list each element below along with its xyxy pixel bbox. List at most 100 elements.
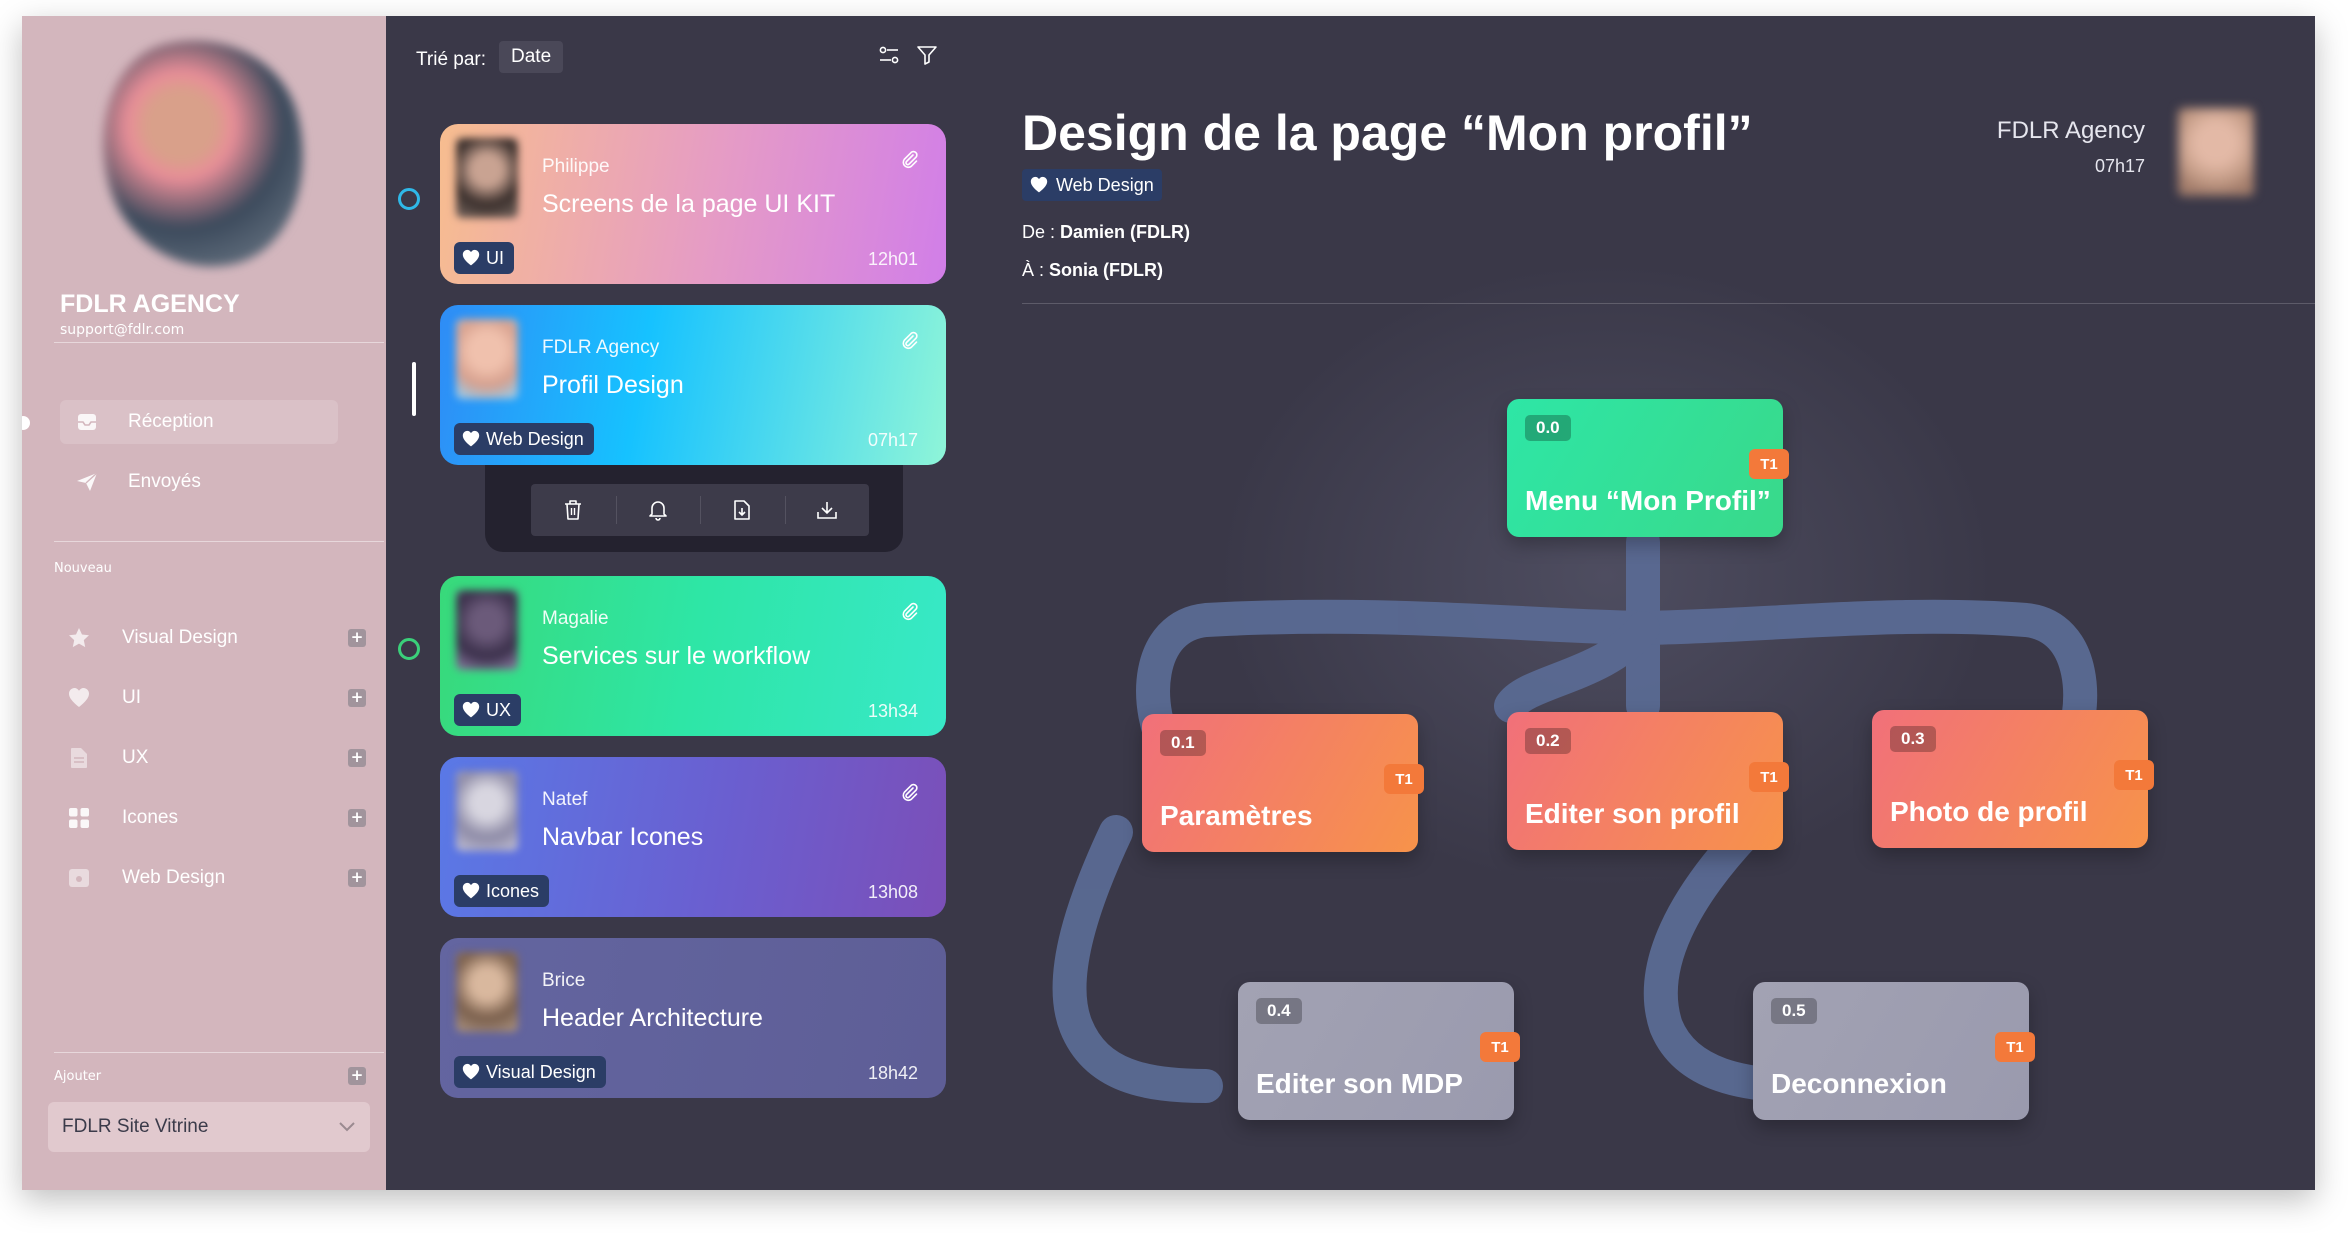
card-thumbnail: [456, 319, 518, 399]
message-card[interactable]: Natef Navbar Icones Icones 13h08: [440, 757, 946, 917]
heart-icon: [462, 882, 480, 899]
heart-icon: [462, 701, 480, 718]
card-sender: Natef: [542, 789, 588, 810]
card-tag-label: UX: [486, 699, 512, 720]
inbox-icon: [76, 411, 98, 433]
sidebar: FDLR AGENCY support@fdlr.com Réception E…: [22, 16, 386, 1190]
sidebar-divider: [54, 342, 384, 343]
download-icon[interactable]: [784, 484, 870, 536]
nav-label: Envoyés: [128, 471, 201, 492]
node-label: Photo de profil: [1890, 796, 2088, 827]
card-tag: UI: [454, 242, 514, 274]
card-time: 07h17: [867, 430, 918, 450]
category-icones[interactable]: Icones +: [66, 798, 366, 838]
card-sender: Brice: [542, 970, 586, 991]
browser-icon: [66, 865, 92, 891]
card-title: Navbar Icones: [542, 823, 704, 851]
section-label-nouveau: Nouveau: [54, 561, 112, 576]
card-tag-label: Web Design: [486, 428, 584, 449]
category-label: Web Design: [122, 867, 226, 888]
tree-node-0-3[interactable]: 0.3 T1 Photo de profil: [1872, 710, 2154, 848]
node-badge: T1: [1749, 449, 1789, 479]
card-time: 18h42: [867, 1063, 918, 1083]
sort-label: Trié par:: [416, 49, 487, 70]
card-tag: Icones: [454, 875, 550, 907]
paperclip-icon: [900, 602, 920, 622]
tree-connectors: [1052, 525, 2098, 1103]
tree-node-0-0[interactable]: 0.0 T1 Menu “Mon Profil”: [1507, 399, 1789, 537]
category-visual-design[interactable]: Visual Design +: [66, 618, 366, 658]
add-visual-design-button[interactable]: +: [348, 629, 366, 647]
paperclip-icon: [900, 150, 920, 170]
select-radio[interactable]: [398, 188, 420, 210]
add-icones-button[interactable]: +: [348, 809, 366, 827]
card-time: 12h01: [867, 249, 918, 269]
card-action-bar: [531, 484, 869, 536]
card-sender: Magalie: [542, 608, 609, 629]
message-card[interactable]: Brice Header Architecture Visual Design …: [440, 938, 946, 1098]
tree-node-0-2[interactable]: 0.2 T1 Editer son profil: [1507, 712, 1789, 850]
sliders-icon[interactable]: [878, 44, 904, 70]
tree-node-0-1[interactable]: 0.1 T1 Paramètres: [1142, 714, 1424, 852]
send-icon: [76, 471, 98, 493]
nav-item-reception[interactable]: Réception: [60, 400, 338, 444]
add-ux-button[interactable]: +: [348, 749, 366, 767]
card-title: Profil Design: [542, 371, 684, 399]
message-card-selected[interactable]: FDLR Agency Profil Design Web Design 07h…: [440, 305, 946, 465]
card-sender: FDLR Agency: [542, 337, 660, 358]
grid-icon: [66, 805, 92, 831]
chevron-down-icon: [339, 1122, 355, 1132]
brand-name: FDLR AGENCY: [60, 290, 240, 318]
node-badge: T1: [1749, 762, 1789, 792]
card-action-tray: [485, 464, 903, 552]
card-time: 13h34: [867, 701, 918, 721]
category-label: UX: [122, 747, 149, 768]
card-tag-label: Icones: [486, 880, 540, 901]
file-download-icon[interactable]: [700, 484, 785, 536]
sort-select[interactable]: Date: [499, 41, 564, 73]
sidebar-divider: [54, 541, 384, 542]
message-detail-panel: Design de la page “Mon profil” Web Desig…: [966, 16, 2315, 1190]
node-label: Editer son profil: [1525, 798, 1740, 829]
category-ui[interactable]: UI +: [66, 678, 366, 718]
message-card[interactable]: Philippe Screens de la page UI KIT UI 12…: [440, 124, 946, 284]
add-ui-button[interactable]: +: [348, 689, 366, 707]
node-id: 0.1: [1160, 730, 1206, 756]
card-tag-label: Visual Design: [486, 1061, 596, 1082]
tree-node-0-4[interactable]: 0.4 T1 Editer son MDP: [1238, 982, 1520, 1120]
message-list-panel: Trié par: Date Philippe Screens de la pa…: [386, 16, 966, 1190]
card-tag: Visual Design: [454, 1056, 606, 1088]
node-id: 0.0: [1525, 415, 1571, 441]
paperclip-icon: [900, 331, 920, 351]
add-project-button[interactable]: +: [348, 1067, 366, 1085]
card-thumbnail: [456, 771, 518, 851]
trash-icon[interactable]: [531, 484, 616, 536]
sidebar-divider: [54, 1052, 384, 1053]
project-select[interactable]: FDLR Site Vitrine: [48, 1102, 370, 1152]
card-title: Services sur le workflow: [542, 642, 811, 670]
category-label: UI: [122, 687, 141, 708]
nav-item-envoyes[interactable]: Envoyés: [60, 460, 338, 504]
node-id: 0.3: [1890, 726, 1936, 752]
project-select-value: FDLR Site Vitrine: [62, 1116, 209, 1137]
card-thumbnail: [456, 952, 518, 1032]
node-label: Paramètres: [1160, 800, 1313, 831]
category-ux[interactable]: UX +: [66, 738, 366, 778]
card-thumbnail: [456, 590, 518, 670]
tree-node-0-5[interactable]: 0.5 T1 Deconnexion: [1753, 982, 2035, 1120]
node-id: 0.2: [1525, 728, 1571, 754]
add-web-design-button[interactable]: +: [348, 869, 366, 887]
filter-icon[interactable]: [916, 44, 942, 70]
category-web-design[interactable]: Web Design +: [66, 858, 366, 898]
app-window: FDLR AGENCY support@fdlr.com Réception E…: [22, 16, 2315, 1190]
bell-icon[interactable]: [615, 484, 701, 536]
category-label: Visual Design: [122, 627, 238, 648]
nav-label: Réception: [128, 411, 214, 432]
selected-indicator: [412, 362, 416, 416]
document-icon: [66, 745, 92, 771]
section-label-ajouter: Ajouter: [54, 1069, 102, 1084]
message-card[interactable]: Magalie Services sur le workflow UX 13h3…: [440, 576, 946, 736]
avatar[interactable]: [79, 17, 329, 289]
select-radio[interactable]: [398, 638, 420, 660]
heart-icon: [462, 1063, 480, 1080]
